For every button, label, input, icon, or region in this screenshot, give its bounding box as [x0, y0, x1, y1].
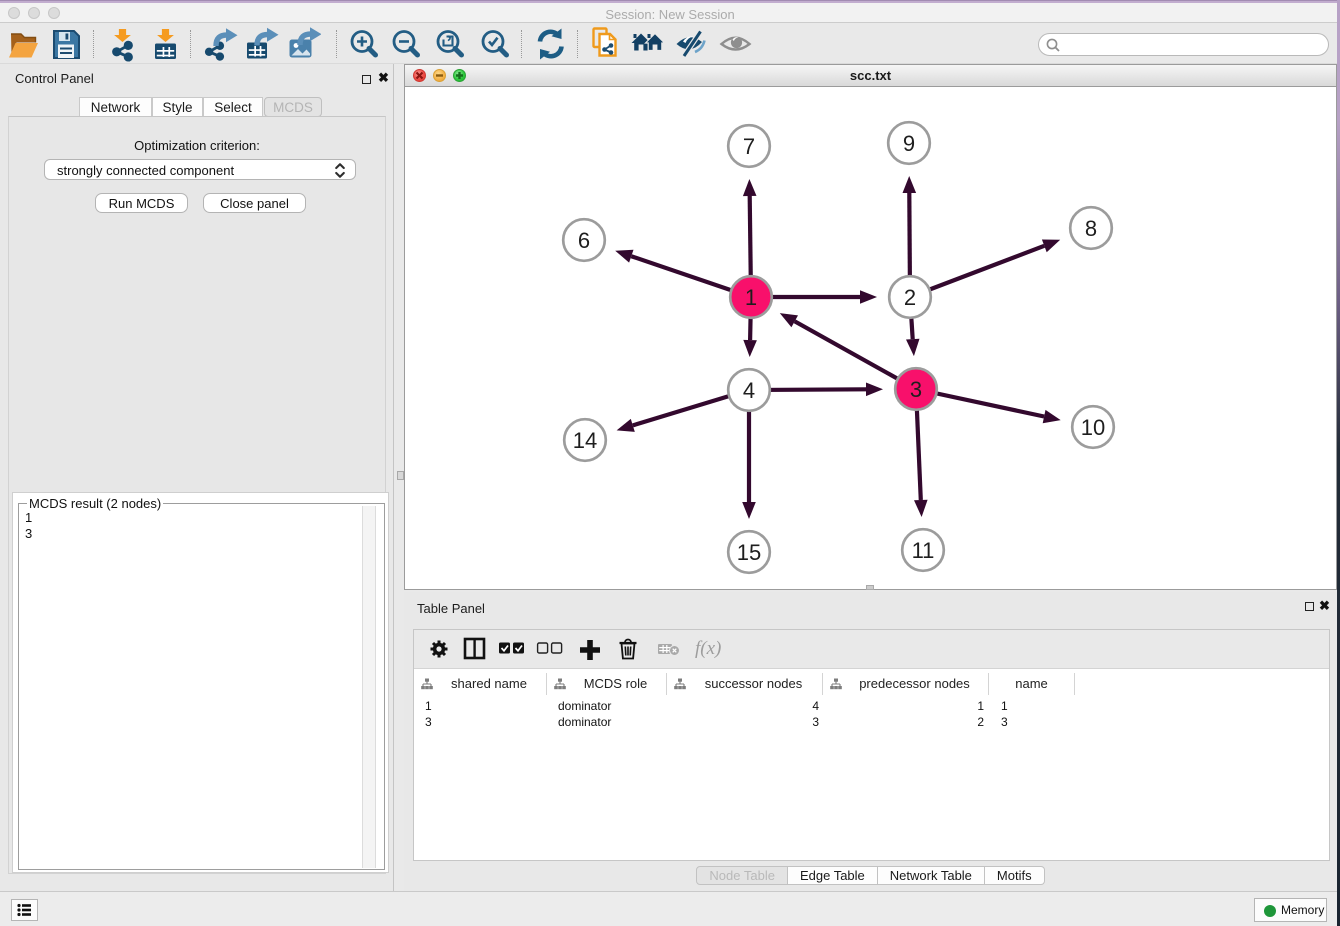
svg-text:8: 8 — [1085, 216, 1097, 241]
svg-text:14: 14 — [573, 428, 597, 453]
svg-text:11: 11 — [912, 538, 935, 563]
svg-text:1: 1 — [745, 285, 757, 310]
svg-text:9: 9 — [903, 131, 915, 156]
svg-text:3: 3 — [910, 377, 922, 402]
svg-text:10: 10 — [1081, 415, 1105, 440]
svg-text:2: 2 — [904, 285, 916, 310]
svg-text:6: 6 — [578, 228, 590, 253]
svg-text:7: 7 — [743, 134, 755, 159]
svg-text:15: 15 — [737, 540, 761, 565]
svg-text:4: 4 — [743, 378, 755, 403]
